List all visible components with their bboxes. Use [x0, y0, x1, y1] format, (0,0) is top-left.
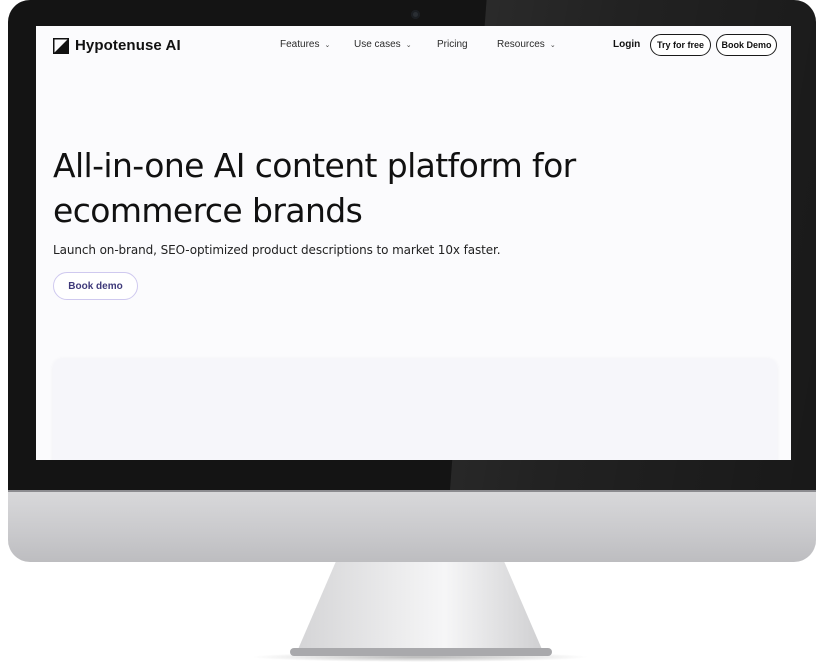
top-navigation: Hypotenuse AI Features ⌄ Use cases ⌄ Pri…: [36, 26, 791, 66]
brand-name: Hypotenuse AI: [75, 37, 181, 54]
monitor-mockup: Hypotenuse AI Features ⌄ Use cases ⌄ Pri…: [0, 0, 816, 665]
browser-viewport: Hypotenuse AI Features ⌄ Use cases ⌄ Pri…: [36, 26, 791, 460]
hero-headline: All-in-one AI content platform for ecomm…: [53, 146, 576, 230]
chevron-down-icon: ⌄: [405, 41, 412, 49]
login-link[interactable]: Login: [613, 39, 640, 50]
nav-item-resources[interactable]: Resources ⌄: [497, 39, 556, 50]
nav-item-features[interactable]: Features ⌄: [280, 39, 330, 50]
nav-item-label: Features: [280, 39, 320, 50]
brand-logo-link[interactable]: Hypotenuse AI: [53, 37, 181, 54]
nav-item-label: Use cases: [354, 39, 401, 50]
book-demo-cta-button[interactable]: Book demo: [53, 272, 138, 300]
stand-base: [290, 648, 552, 656]
product-preview-panel: [53, 358, 777, 460]
nav-item-label: Pricing: [437, 39, 468, 50]
chevron-down-icon: ⌄: [324, 41, 331, 49]
nav-item-use-cases[interactable]: Use cases ⌄: [354, 39, 412, 50]
hypotenuse-triangle-logo-icon: [53, 37, 69, 54]
nav-item-label: Resources: [497, 39, 545, 50]
book-demo-nav-button[interactable]: Book Demo: [716, 34, 777, 56]
nav-item-pricing[interactable]: Pricing: [437, 39, 468, 50]
hero-subheadline: Launch on-brand, SEO-optimized product d…: [53, 243, 501, 257]
try-for-free-button[interactable]: Try for free: [650, 34, 711, 56]
camera-icon: [411, 10, 420, 19]
monitor-stand: [296, 562, 544, 654]
chevron-down-icon: ⌄: [549, 41, 556, 49]
monitor-chin: [8, 490, 816, 562]
